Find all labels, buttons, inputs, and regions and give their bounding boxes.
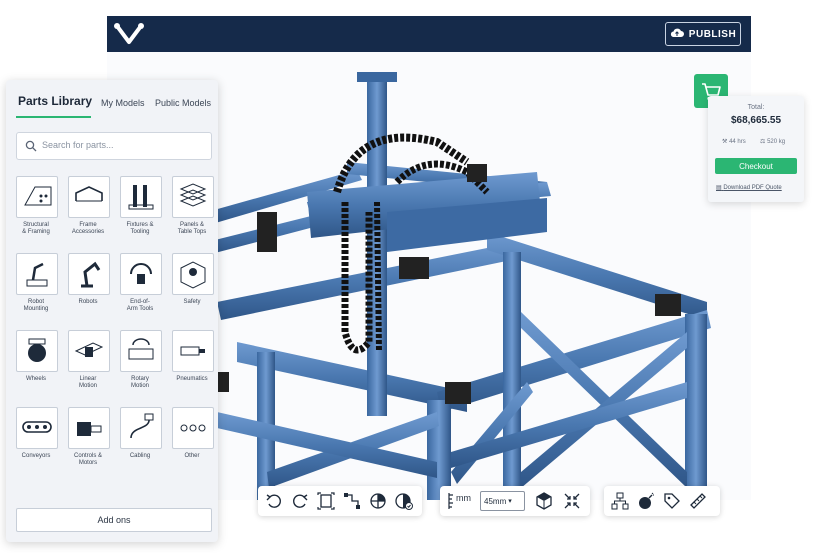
robot-mount-icon (26, 262, 48, 287)
unit-label: mm (456, 493, 471, 503)
cube-view-icon[interactable] (534, 491, 554, 511)
category-tile[interactable] (68, 407, 110, 449)
category-tile[interactable] (120, 253, 162, 295)
category-tile[interactable] (120, 330, 162, 372)
category-tile[interactable] (120, 176, 162, 218)
conveyor-icon (22, 421, 52, 433)
measure-ruler-icon[interactable] (688, 491, 708, 511)
category-label: Pneumatics (176, 376, 208, 382)
total-price: $68,665.55 (730, 115, 782, 126)
weight-icon: ⚖ (760, 139, 766, 145)
category-tile[interactable] (68, 176, 110, 218)
fit-view-icon[interactable] (316, 491, 336, 511)
weight: ⚖ 520 kg (760, 139, 786, 145)
cable-icon (130, 413, 154, 439)
gripper-icon (130, 263, 152, 284)
motor-icon (77, 422, 102, 436)
search-icon (25, 139, 37, 157)
search-input[interactable]: Search for parts... (16, 132, 212, 160)
publish-button[interactable]: PUBLISH (665, 22, 741, 46)
publish-label: PUBLISH (688, 28, 737, 40)
chevron-down-icon: ▾ (508, 498, 512, 505)
category-tile[interactable] (16, 407, 58, 449)
toolbar-tools-group (604, 486, 720, 516)
fixture-icon (128, 185, 154, 210)
robot-arm-icon (81, 261, 101, 288)
category-label: Panels & Table Tops (177, 222, 207, 235)
tag-icon[interactable] (662, 491, 682, 511)
collapse-icon[interactable] (562, 491, 582, 511)
category-tile[interactable] (172, 176, 214, 218)
category-tile[interactable] (16, 253, 58, 295)
profile-size-select[interactable]: 45mm ▾ (480, 491, 525, 511)
category-label: Other (184, 453, 200, 459)
document-icon: ▤ (716, 185, 722, 191)
render-check-icon[interactable] (394, 491, 414, 511)
bomb-explode-icon[interactable] (636, 491, 656, 511)
redo-icon[interactable] (290, 491, 310, 511)
rotary-motion-icon (128, 338, 154, 360)
hierarchy-select-icon[interactable] (342, 491, 362, 511)
category-tile[interactable] (16, 176, 58, 218)
toolbar-history-group (258, 486, 422, 516)
category-tile[interactable] (68, 330, 110, 372)
wrench-icon: ⚒ (722, 139, 728, 145)
vention-logo[interactable] (113, 22, 145, 46)
search-placeholder: Search for parts... (42, 140, 114, 150)
category-tile[interactable] (172, 253, 214, 295)
category-tile[interactable] (16, 330, 58, 372)
cloud-upload-icon (670, 28, 684, 41)
toolbar-measure-group: mm 45mm ▾ (440, 486, 590, 516)
more-icon (180, 424, 206, 432)
pneumatics-icon (180, 346, 205, 356)
safety-icon (180, 261, 206, 289)
bracket-icon (75, 186, 103, 202)
category-tile[interactable] (120, 407, 162, 449)
undo-icon[interactable] (264, 491, 284, 511)
lead-time: ⚒ 44 hrs (722, 139, 746, 145)
wheel-icon (28, 338, 46, 362)
parts-library-panel: Parts Library My Models Public Models Se… (6, 80, 218, 542)
panels-icon (179, 183, 207, 207)
add-ons-button[interactable]: Add ons (16, 508, 212, 532)
framing-icon (24, 186, 52, 206)
checkout-button[interactable]: Checkout (715, 158, 797, 174)
order-summary: Total: $68,665.55 ⚒ 44 hrs ⚖ 520 kg Chec… (708, 96, 804, 202)
tab-parts-library[interactable]: Parts Library (18, 94, 92, 108)
active-tab-indicator (16, 116, 91, 118)
library-tabs: Parts Library My Models Public Models (16, 94, 216, 116)
category-tile[interactable] (172, 330, 214, 372)
linear-motion-icon (74, 342, 104, 357)
tab-my-models[interactable]: My Models (101, 98, 145, 108)
category-label: Safety (183, 299, 201, 305)
tab-public-models[interactable]: Public Models (155, 98, 211, 108)
material-view-icon[interactable] (368, 491, 388, 511)
top-bar: PUBLISH (107, 16, 751, 52)
total-label: Total: (747, 104, 765, 111)
category-tile[interactable] (172, 407, 214, 449)
category-tile[interactable] (68, 253, 110, 295)
download-pdf-quote-link[interactable]: ▤ Download PDF Quote (716, 184, 782, 191)
assembly-tree-icon[interactable] (610, 491, 630, 511)
